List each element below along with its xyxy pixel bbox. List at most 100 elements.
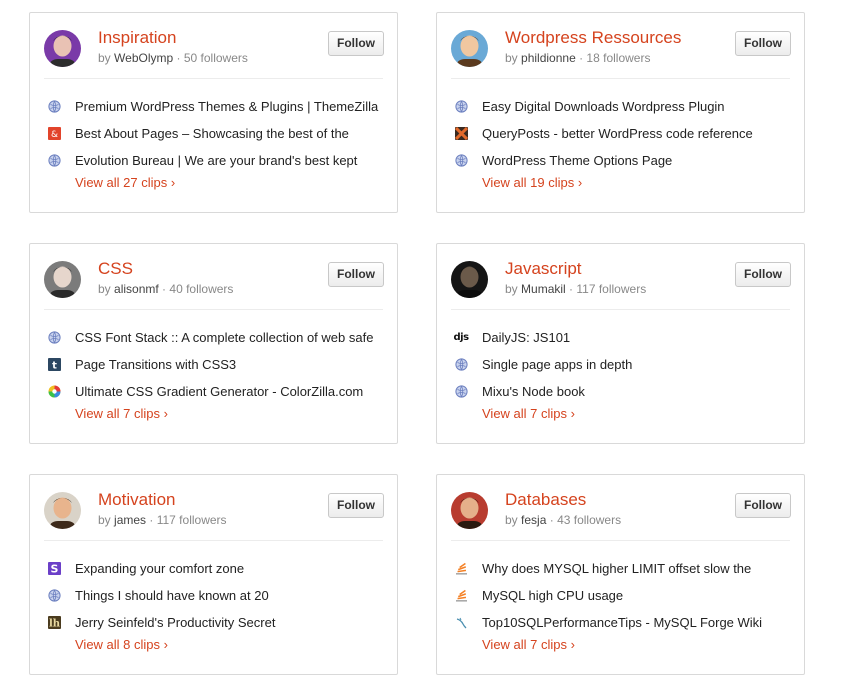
followers-count: 117 followers bbox=[156, 513, 227, 527]
owner-link[interactable]: fesja bbox=[521, 513, 546, 527]
globe-icon bbox=[454, 385, 468, 399]
clip-list: Easy Digital Downloads Wordpress Plugin Q… bbox=[454, 93, 794, 174]
globe-icon bbox=[47, 331, 61, 345]
divider bbox=[451, 540, 790, 541]
clip-title: Ultimate CSS Gradient Generator - ColorZ… bbox=[75, 384, 364, 399]
meta-separator: · bbox=[158, 282, 170, 296]
followers-count: 50 followers bbox=[183, 51, 248, 65]
followers-count: 43 followers bbox=[557, 513, 622, 527]
followers-count: 40 followers bbox=[169, 282, 234, 296]
clip-item[interactable]: Single page apps in depth bbox=[454, 351, 794, 378]
meta-separator: · bbox=[575, 51, 587, 65]
clip-title: Top10SQLPerformanceTips - MySQL Forge Wi… bbox=[482, 615, 763, 630]
by-label: by bbox=[98, 513, 111, 527]
globe-icon bbox=[454, 100, 468, 114]
meta-separator: · bbox=[565, 282, 577, 296]
globe-icon bbox=[47, 100, 61, 114]
clip-title: DailyJS: JS101 bbox=[482, 330, 571, 345]
orange-square-icon bbox=[454, 127, 468, 141]
follow-button[interactable]: Follow bbox=[735, 31, 791, 56]
avatar[interactable] bbox=[44, 492, 81, 529]
tumblr-icon: t bbox=[47, 358, 61, 372]
clip-item[interactable]: Things I should have known at 20 bbox=[47, 582, 387, 609]
collection-title[interactable]: Motivation bbox=[98, 490, 175, 510]
clip-item[interactable]: Top10SQLPerformanceTips - MySQL Forge Wi… bbox=[454, 609, 794, 636]
svg-text:S: S bbox=[50, 563, 58, 576]
clip-title: WordPress Theme Options Page bbox=[482, 153, 673, 168]
clip-item[interactable]: WordPress Theme Options Page bbox=[454, 147, 794, 174]
clip-item[interactable]: Mixu's Node book bbox=[454, 378, 794, 405]
by-label: by bbox=[98, 51, 111, 65]
avatar[interactable] bbox=[451, 30, 488, 67]
by-label: by bbox=[98, 282, 111, 296]
clip-title: Best About Pages – Showcasing the best o… bbox=[75, 126, 349, 141]
clip-title: Things I should have known at 20 bbox=[75, 588, 269, 603]
stack-icon bbox=[454, 562, 468, 576]
avatar[interactable] bbox=[44, 30, 81, 67]
divider bbox=[44, 540, 383, 541]
clip-item[interactable]: & Best About Pages – Showcasing the best … bbox=[47, 120, 387, 147]
clip-item[interactable]: CSS Font Stack :: A complete collection … bbox=[47, 324, 387, 351]
collection-card: CSS by alisonmf · 40 followers Follow CSS F… bbox=[29, 243, 398, 444]
follow-button[interactable]: Follow bbox=[328, 493, 384, 518]
by-label: by bbox=[505, 51, 518, 65]
clip-item[interactable]: lh Jerry Seinfeld's Productivity Secret bbox=[47, 609, 387, 636]
collection-meta: by alisonmf · 40 followers bbox=[98, 282, 233, 296]
collection-meta: by Mumakil · 117 followers bbox=[505, 282, 646, 296]
follow-button[interactable]: Follow bbox=[328, 262, 384, 287]
owner-link[interactable]: phildionne bbox=[521, 51, 576, 65]
by-label: by bbox=[505, 513, 518, 527]
divider bbox=[44, 309, 383, 310]
collection-meta: by WebOlymp · 50 followers bbox=[98, 51, 248, 65]
djs-icon: djs bbox=[454, 332, 469, 343]
owner-link[interactable]: Mumakil bbox=[521, 282, 566, 296]
collection-title[interactable]: Databases bbox=[505, 490, 586, 510]
globe-icon bbox=[454, 154, 468, 168]
clip-item[interactable]: t Page Transitions with CSS3 bbox=[47, 351, 387, 378]
clip-item[interactable]: Premium WordPress Themes & Plugins | The… bbox=[47, 93, 387, 120]
follow-button[interactable]: Follow bbox=[735, 493, 791, 518]
view-all-clips-link[interactable]: View all 27 clips › bbox=[75, 175, 175, 190]
collection-title[interactable]: Inspiration bbox=[98, 28, 176, 48]
divider bbox=[451, 78, 790, 79]
collection-title[interactable]: Javascript bbox=[505, 259, 582, 279]
clip-item[interactable]: MySQL high CPU usage bbox=[454, 582, 794, 609]
clip-title: CSS Font Stack :: A complete collection … bbox=[75, 330, 374, 345]
collection-title[interactable]: CSS bbox=[98, 259, 133, 279]
view-all-clips-link[interactable]: View all 8 clips › bbox=[75, 637, 168, 652]
clip-item[interactable]: Easy Digital Downloads Wordpress Plugin bbox=[454, 93, 794, 120]
view-all-clips-link[interactable]: View all 7 clips › bbox=[482, 637, 575, 652]
globe-icon bbox=[47, 154, 61, 168]
svg-text:&: & bbox=[50, 130, 57, 140]
view-all-clips-link[interactable]: View all 19 clips › bbox=[482, 175, 582, 190]
clip-title: Page Transitions with CSS3 bbox=[75, 357, 237, 372]
clip-title: Jerry Seinfeld's Productivity Secret bbox=[75, 615, 276, 630]
owner-link[interactable]: WebOlymp bbox=[114, 51, 173, 65]
follow-button[interactable]: Follow bbox=[735, 262, 791, 287]
owner-link[interactable]: james bbox=[114, 513, 146, 527]
clip-item[interactable]: S Expanding your comfort zone bbox=[47, 555, 387, 582]
clip-item[interactable]: Why does MYSQL higher LIMIT offset slow … bbox=[454, 555, 794, 582]
clip-item[interactable]: djs DailyJS: JS101 bbox=[454, 324, 794, 351]
view-all-clips-link[interactable]: View all 7 clips › bbox=[75, 406, 168, 421]
by-label: by bbox=[505, 282, 518, 296]
collection-card: Javascript by Mumakil · 117 followers Foll… bbox=[436, 243, 805, 444]
follow-button[interactable]: Follow bbox=[328, 31, 384, 56]
view-all-clips-link[interactable]: View all 7 clips › bbox=[482, 406, 575, 421]
avatar[interactable] bbox=[451, 492, 488, 529]
owner-link[interactable]: alisonmf bbox=[114, 282, 159, 296]
meta-separator: · bbox=[546, 513, 558, 527]
clip-list: djs DailyJS: JS101 Single page apps in dep… bbox=[454, 324, 794, 405]
clip-list: S Expanding your comfort zone Things I sho… bbox=[47, 555, 387, 636]
color-wheel-icon bbox=[47, 385, 61, 399]
avatar[interactable] bbox=[44, 261, 81, 298]
stack-icon bbox=[454, 589, 468, 603]
clip-item[interactable]: Evolution Bureau | We are your brand's b… bbox=[47, 147, 387, 174]
clip-list: CSS Font Stack :: A complete collection … bbox=[47, 324, 387, 405]
purple-s-icon: S bbox=[47, 562, 61, 576]
avatar[interactable] bbox=[451, 261, 488, 298]
clip-item[interactable]: QueryPosts - better WordPress code refer… bbox=[454, 120, 794, 147]
collection-title[interactable]: Wordpress Ressources bbox=[505, 28, 681, 48]
svg-text:lh: lh bbox=[48, 619, 60, 630]
clip-item[interactable]: Ultimate CSS Gradient Generator - ColorZ… bbox=[47, 378, 387, 405]
